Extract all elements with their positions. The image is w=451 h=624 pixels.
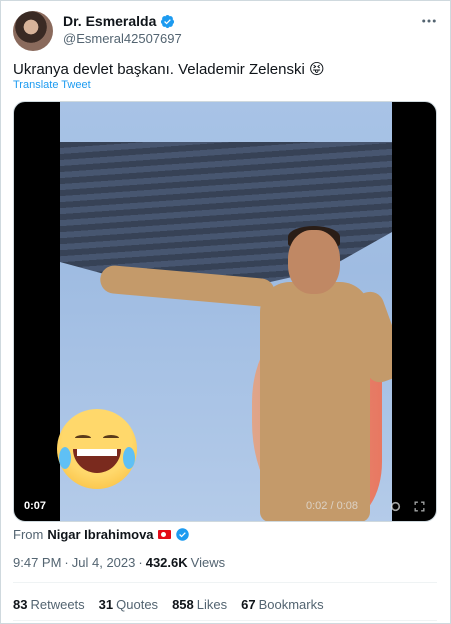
divider	[13, 620, 437, 621]
meta-separator: ·	[138, 555, 143, 570]
turkey-flag-icon	[157, 530, 171, 539]
author-handle[interactable]: @Esmeral42507697	[63, 31, 182, 46]
verified-badge-icon	[175, 528, 189, 541]
bookmarks-stat[interactable]: 67 Bookmarks	[241, 597, 324, 612]
author-display-name[interactable]: Dr. Esmeralda	[63, 13, 156, 29]
more-options-icon[interactable]	[420, 12, 438, 30]
quotes-stat[interactable]: 31 Quotes	[99, 597, 158, 612]
views-label: Views	[190, 555, 226, 570]
author-name-row: Dr. Esmeralda	[63, 13, 175, 29]
author-avatar[interactable]	[13, 11, 53, 51]
settings-icon[interactable]	[389, 500, 402, 513]
tweet-time[interactable]: 9:47 PM	[13, 555, 61, 570]
video-progress-text: 0:02 / 0:08	[306, 500, 358, 512]
tweet-date[interactable]: Jul 4, 2023	[72, 555, 136, 570]
video-player[interactable]: 0:07 0:02 / 0:08	[13, 101, 437, 522]
fullscreen-icon[interactable]	[413, 500, 426, 513]
meta-separator: ·	[64, 555, 69, 570]
source-name[interactable]: Nigar Ibrahimova	[47, 527, 153, 542]
views-count: 432.6K	[145, 555, 188, 570]
performer-head	[288, 230, 340, 294]
performer-body	[260, 282, 370, 521]
likes-stat[interactable]: 858 Likes	[172, 597, 227, 612]
divider	[13, 582, 437, 583]
tweet-text: Ukranya devlet başkanı. Velademir Zelens…	[13, 61, 325, 78]
video-source-row: From Nigar Ibrahimova	[13, 527, 190, 542]
engagement-stats: 83 Retweets 31 Quotes 858 Likes 67 Bookmarks	[13, 597, 324, 612]
tweet-meta: 9:47 PM · Jul 4, 2023 · 432.6K Views	[13, 555, 225, 570]
from-label: From	[13, 527, 44, 542]
translate-tweet-link[interactable]: Translate Tweet	[13, 79, 91, 91]
video-timestamp: 0:07	[24, 500, 47, 512]
laughing-emoji-icon	[57, 409, 137, 489]
retweets-stat[interactable]: 83 Retweets	[13, 597, 85, 612]
verified-badge-icon	[161, 14, 175, 28]
